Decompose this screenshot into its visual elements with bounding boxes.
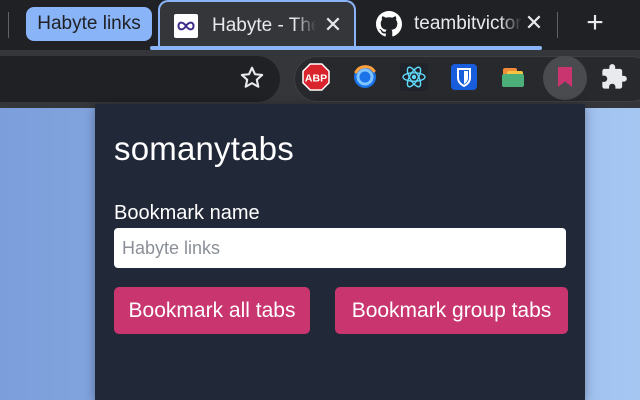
adblock-plus-icon[interactable]: ABP [302, 63, 330, 91]
new-tab-button[interactable]: + [580, 8, 610, 38]
tab-title-fade [294, 12, 316, 40]
tab-separator [557, 12, 558, 38]
bookmark-name-label: Bookmark name [114, 202, 260, 224]
tab-strip: Habyte links Habyte - The ✕ teambitvicto… [0, 0, 640, 50]
star-icon[interactable] [238, 64, 266, 92]
folder-tabs-icon[interactable] [500, 63, 528, 91]
firefox-relay-icon[interactable] [351, 63, 379, 91]
close-icon[interactable]: ✕ [524, 12, 544, 34]
tab-title-fade [500, 10, 522, 38]
bookmark-all-tabs-button[interactable]: Bookmark all tabs [114, 287, 310, 334]
habyte-infinity-icon [174, 14, 198, 38]
close-icon[interactable]: ✕ [323, 14, 343, 36]
popup-title: somanytabs [114, 130, 294, 167]
adblock-plus-label: ABP [305, 73, 327, 85]
somanytabs-popup: somanytabs Bookmark name Bookmark all ta… [95, 104, 585, 400]
tab-habyte[interactable]: Habyte - The ✕ [158, 0, 356, 50]
bitwarden-icon[interactable] [450, 63, 478, 91]
browser-toolbar: ABP [0, 50, 640, 108]
bookmark-group-tabs-button[interactable]: Bookmark group tabs [335, 287, 568, 334]
react-devtools-icon[interactable] [400, 63, 428, 91]
github-icon [376, 11, 402, 37]
somanytabs-bookmark-icon[interactable] [551, 63, 579, 91]
tab-group-chip[interactable]: Habyte links [26, 7, 152, 41]
tab-github[interactable]: teambitvictor ✕ [360, 0, 552, 46]
puzzle-icon[interactable] [600, 63, 628, 91]
bookmark-name-input[interactable] [114, 228, 566, 268]
tab-separator [8, 12, 9, 38]
